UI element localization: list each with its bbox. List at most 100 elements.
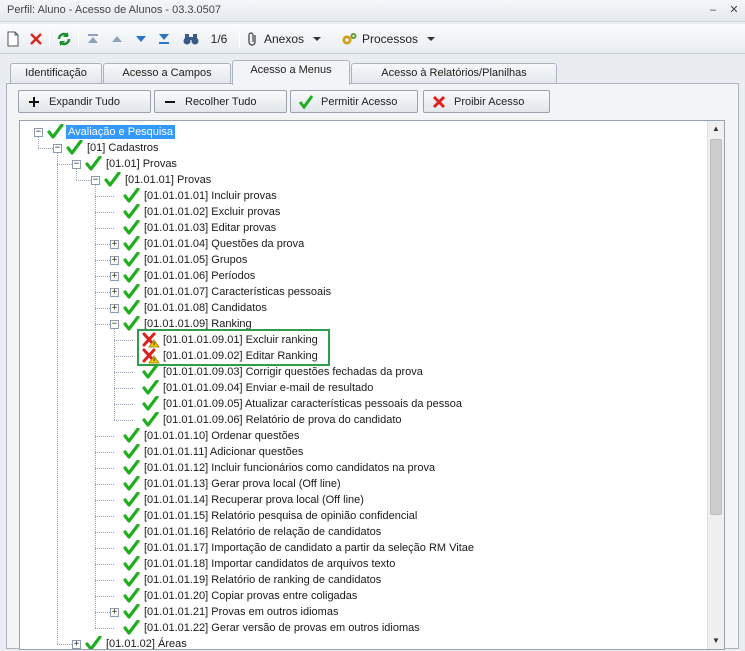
collapse-node-icon[interactable]: −: [34, 128, 43, 137]
tree-node[interactable]: [01.01.01.12] Incluir funcionários como …: [20, 459, 700, 476]
allowed-check-icon[interactable]: [141, 395, 161, 412]
new-record-button[interactable]: [4, 28, 22, 50]
allowed-check-icon[interactable]: [122, 539, 142, 556]
scroll-down-arrow-icon[interactable]: ▼: [708, 633, 724, 649]
allowed-check-icon[interactable]: [141, 379, 161, 396]
allowed-check-icon[interactable]: [84, 635, 104, 650]
node-access-toggle[interactable]: [84, 635, 104, 650]
processes-menu-button[interactable]: Processos: [340, 28, 440, 50]
expand-node-icon[interactable]: +: [110, 256, 119, 265]
close-window-button[interactable]: ✕: [726, 3, 742, 17]
expand-node-icon[interactable]: +: [110, 304, 119, 313]
tree-node[interactable]: − Avaliação e Pesquisa: [20, 123, 700, 140]
tree-node[interactable]: [01.01.01.09.04] Enviar e-mail de result…: [20, 379, 700, 396]
tree-node[interactable]: [01.01.01.11] Adicionar questões: [20, 443, 700, 460]
node-access-toggle[interactable]: [65, 139, 85, 156]
expand-all-button[interactable]: Expandir Tudo: [18, 90, 151, 113]
node-access-toggle[interactable]: [122, 619, 142, 636]
node-access-toggle[interactable]: [122, 267, 142, 284]
node-access-toggle[interactable]: [141, 363, 161, 380]
tree-node[interactable]: [01.01.01.09.02] Editar Ranking: [20, 348, 700, 364]
node-access-toggle[interactable]: [122, 555, 142, 572]
allowed-check-icon[interactable]: [122, 555, 142, 572]
tab-acesso-relatorios[interactable]: Acesso à Relatórios/Planilhas: [351, 63, 557, 84]
node-access-toggle[interactable]: [122, 475, 142, 492]
allowed-check-icon[interactable]: [84, 155, 104, 172]
collapse-node-icon[interactable]: −: [110, 320, 119, 329]
tree-node[interactable]: + [01.01.01.07] Características pessoais: [20, 283, 700, 300]
previous-record-button[interactable]: [108, 28, 126, 50]
tree-node[interactable]: + [01.01.01.04] Questões da prova: [20, 235, 700, 252]
tree-node[interactable]: − [01.01] Provas: [20, 155, 700, 172]
deny-access-button[interactable]: Proibir Acesso: [423, 90, 550, 113]
tree-node[interactable]: [01.01.01.15] Relatório pesquisa de opin…: [20, 507, 700, 524]
tree-node[interactable]: + [01.01.02] Áreas: [20, 635, 700, 650]
tree-node[interactable]: [01.01.01.09.01] Excluir ranking: [20, 332, 700, 348]
node-access-toggle[interactable]: [122, 443, 142, 460]
node-access-toggle[interactable]: [141, 379, 161, 396]
node-access-toggle[interactable]: [103, 171, 123, 188]
tree-node[interactable]: [01.01.01.19] Relatório de ranking de ca…: [20, 571, 700, 588]
expand-node-icon[interactable]: +: [110, 288, 119, 297]
allowed-check-icon[interactable]: [141, 411, 161, 428]
expand-node-icon[interactable]: +: [110, 608, 119, 617]
menu-tree[interactable]: − Avaliação e Pesquisa − [01] Cadastros − [01…: [19, 120, 725, 650]
tree-node[interactable]: [01.01.01.09.03] Corrigir questões fecha…: [20, 363, 700, 380]
allowed-check-icon[interactable]: [122, 491, 142, 508]
allowed-check-icon[interactable]: [141, 363, 161, 380]
tree-node[interactable]: [01.01.01.14] Recuperar prova local (Off…: [20, 491, 700, 508]
node-access-toggle[interactable]: [122, 235, 142, 252]
tree-node[interactable]: [01.01.01.01] Incluir provas: [20, 187, 700, 204]
node-access-toggle[interactable]: [122, 219, 142, 236]
tree-node[interactable]: [01.01.01.09.06] Relatório de prova do c…: [20, 411, 700, 428]
collapse-node-icon[interactable]: −: [91, 176, 100, 185]
node-access-toggle[interactable]: [122, 283, 142, 300]
search-button[interactable]: [180, 28, 202, 50]
tree-node[interactable]: + [01.01.01.08] Candidatos: [20, 299, 700, 316]
refresh-button[interactable]: [55, 28, 73, 50]
tab-identificacao[interactable]: Identificação: [10, 63, 102, 84]
allowed-check-icon[interactable]: [122, 235, 142, 252]
allowed-check-icon[interactable]: [46, 123, 66, 140]
allowed-check-icon[interactable]: [122, 459, 142, 476]
node-access-toggle[interactable]: [46, 123, 66, 140]
allowed-check-icon[interactable]: [122, 299, 142, 316]
allowed-check-icon[interactable]: [122, 603, 142, 620]
tab-acesso-campos[interactable]: Acesso a Campos: [103, 63, 231, 84]
allowed-check-icon[interactable]: [122, 523, 142, 540]
node-access-toggle[interactable]: [122, 299, 142, 316]
allowed-check-icon[interactable]: [122, 475, 142, 492]
node-access-toggle[interactable]: [122, 459, 142, 476]
allowed-check-icon[interactable]: [122, 571, 142, 588]
allowed-check-icon[interactable]: [122, 203, 142, 220]
tree-node[interactable]: − [01] Cadastros: [20, 139, 700, 156]
tree-node[interactable]: [01.01.01.09.05] Atualizar característic…: [20, 395, 700, 412]
expand-node-icon[interactable]: +: [110, 240, 119, 249]
node-access-toggle[interactable]: [122, 571, 142, 588]
node-access-toggle[interactable]: [84, 155, 104, 172]
allowed-check-icon[interactable]: [65, 139, 85, 156]
tree-node[interactable]: [01.01.01.16] Relatório de relação de ca…: [20, 523, 700, 540]
allowed-check-icon[interactable]: [122, 587, 142, 604]
tree-node[interactable]: − [01.01.01] Provas: [20, 171, 700, 188]
tree-node[interactable]: + [01.01.01.05] Grupos: [20, 251, 700, 268]
node-access-toggle[interactable]: [122, 251, 142, 268]
minimize-button[interactable]: –: [705, 3, 721, 17]
allowed-check-icon[interactable]: [122, 219, 142, 236]
tree-node[interactable]: [01.01.01.10] Ordenar questões: [20, 427, 700, 444]
first-record-button[interactable]: [84, 28, 102, 50]
tab-acesso-menus[interactable]: Acesso a Menus: [232, 60, 350, 85]
tree-node[interactable]: + [01.01.01.21] Provas em outros idiomas: [20, 603, 700, 620]
allowed-check-icon[interactable]: [122, 283, 142, 300]
allowed-check-icon[interactable]: [122, 267, 142, 284]
attachments-menu-button[interactable]: Anexos: [246, 28, 330, 50]
scrollbar-thumb[interactable]: [710, 139, 722, 515]
node-access-toggle[interactable]: [122, 523, 142, 540]
delete-record-button[interactable]: [27, 28, 45, 50]
collapse-node-icon[interactable]: −: [72, 160, 81, 169]
allowed-check-icon[interactable]: [122, 251, 142, 268]
allowed-check-icon[interactable]: [122, 443, 142, 460]
tree-node[interactable]: [01.01.01.03] Editar provas: [20, 219, 700, 236]
node-access-toggle[interactable]: [122, 203, 142, 220]
tree-node[interactable]: + [01.01.01.06] Períodos: [20, 267, 700, 284]
